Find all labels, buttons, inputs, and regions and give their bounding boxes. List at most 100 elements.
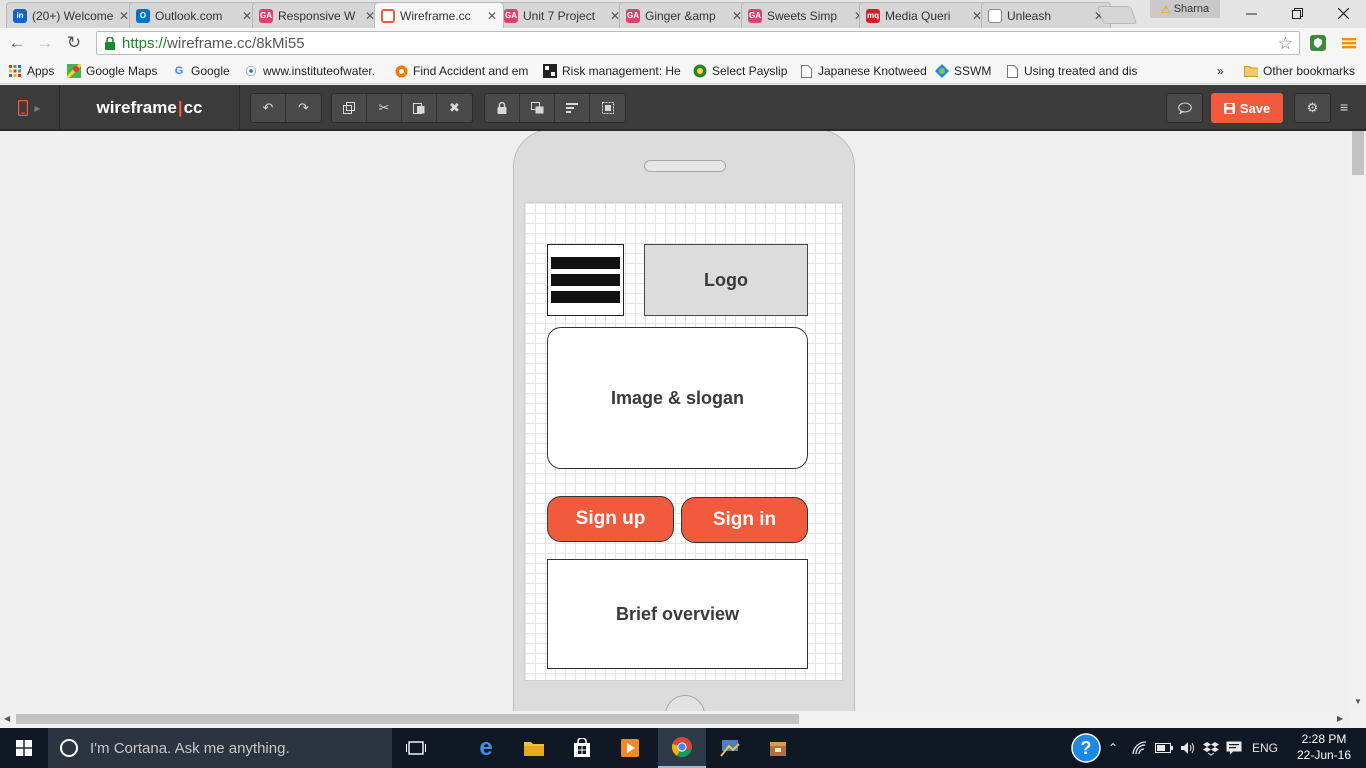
edge-browser-button[interactable]: e <box>462 728 510 768</box>
paste-button[interactable] <box>402 94 437 122</box>
browser-tab[interactable]: in (20+) Welcome ✕ <box>6 2 136 28</box>
settings-button[interactable]: ⚙ <box>1295 94 1330 122</box>
delete-button[interactable]: ✖ <box>437 94 472 122</box>
wireframe-signin-button[interactable]: Sign in <box>681 497 808 543</box>
scroll-left-arrow-icon[interactable]: ◀ <box>4 714 10 723</box>
horizontal-scroll-thumb[interactable] <box>16 714 799 724</box>
comment-button[interactable] <box>1167 94 1202 122</box>
bookmark-apps[interactable]: Apps <box>8 62 54 80</box>
bookmark-star-icon[interactable]: ☆ <box>1278 34 1293 54</box>
input-language-button[interactable]: ENG <box>1252 728 1278 768</box>
bookmark-using-treated[interactable]: Using treated and dis <box>1005 62 1140 80</box>
file-explorer-button[interactable] <box>510 728 558 768</box>
bookmarks-bar: Apps Google Maps G Google ⦿ www.institut… <box>0 58 1366 84</box>
browser-tab[interactable]: GA Unit 7 Project ✕ <box>497 2 627 28</box>
close-window-button[interactable] <box>1320 0 1366 26</box>
redo-button[interactable]: ↷ <box>286 94 321 122</box>
battery-button[interactable] <box>1155 728 1173 768</box>
bookmark-risk-management[interactable]: Risk management: He <box>543 62 681 80</box>
duplicate-button[interactable] <box>332 94 367 122</box>
show-hidden-icons-button[interactable]: ⌃ <box>1108 728 1118 768</box>
vertical-scrollbar[interactable]: ▼ <box>1350 131 1366 711</box>
help-button[interactable]: ? <box>1071 728 1101 768</box>
more-bookmarks-button[interactable]: » <box>1217 62 1224 80</box>
new-tab-button[interactable] <box>1096 6 1138 24</box>
wireframe-overview-box[interactable]: Brief overview <box>547 559 808 669</box>
payslip-icon <box>693 64 707 78</box>
tab-close-icon[interactable]: ✕ <box>119 9 129 23</box>
start-button[interactable] <box>0 728 48 768</box>
task-view-button[interactable] <box>392 728 440 768</box>
group-button[interactable] <box>590 94 625 122</box>
vertical-scroll-thumb[interactable] <box>1352 131 1364 175</box>
logo-text-left: wireframe <box>96 98 177 117</box>
cut-button[interactable]: ✂ <box>367 94 402 122</box>
media-player-button[interactable] <box>606 728 654 768</box>
remote-desktop-button[interactable] <box>706 728 754 768</box>
browser-tab[interactable]: GA Responsive W ✕ <box>252 2 382 28</box>
floppy-disk-icon <box>1223 102 1235 114</box>
bring-to-front-button[interactable] <box>520 94 555 122</box>
app-launcher-button[interactable] <box>754 728 802 768</box>
back-button[interactable]: ← <box>6 32 28 54</box>
chrome-button[interactable] <box>658 728 706 768</box>
undo-button[interactable]: ↶ <box>251 94 286 122</box>
wireframe-signup-button[interactable]: Sign up <box>547 496 674 542</box>
browser-tab[interactable]: mq Media Queri ✕ <box>859 2 989 28</box>
minimize-button[interactable] <box>1228 0 1274 26</box>
wireframe-hamburger-menu[interactable] <box>547 244 624 316</box>
forward-button[interactable]: → <box>34 32 56 54</box>
lock-button[interactable] <box>485 94 520 122</box>
phone-screen-grid[interactable]: Logo Image & slogan Sign up Sign in Brie… <box>524 202 843 681</box>
extension-shield-button[interactable] <box>1308 32 1328 54</box>
address-bar[interactable]: https://wireframe.cc/8kMi55 ☆ <box>96 31 1300 55</box>
dropbox-button[interactable] <box>1203 728 1219 768</box>
wireframe-app-toolbar: ▶ wireframe | cc ↶ ↷ ✂ ✖ Save ⚙ ≡ <box>0 85 1366 131</box>
tab-close-icon[interactable]: ✕ <box>487 9 497 23</box>
volume-button[interactable] <box>1180 728 1196 768</box>
wireframe-logo-box[interactable]: Logo <box>644 244 808 316</box>
bookmark-google[interactable]: G Google <box>172 62 230 80</box>
close-icon <box>1337 7 1349 19</box>
browser-tab[interactable]: Wireframe.cc ✕ <box>374 2 504 28</box>
bookmark-sswm[interactable]: SSWM <box>935 62 991 80</box>
page-icon <box>988 8 1002 23</box>
browser-tab[interactable]: GASweets Simp✕ <box>741 2 871 28</box>
device-selector[interactable]: ▶ <box>0 85 60 131</box>
save-button[interactable]: Save <box>1211 93 1283 123</box>
redo-icon: ↷ <box>298 100 309 115</box>
action-center-button[interactable] <box>1226 728 1242 768</box>
bookmark-label: Google <box>191 64 230 78</box>
chevron-up-icon: ⌃ <box>1108 741 1119 755</box>
system-clock[interactable]: 2:28 PM 22-Jun-16 <box>1288 731 1360 763</box>
browser-tab[interactable]: O Outlook.com ✕ <box>129 2 259 28</box>
horizontal-scrollbar[interactable]: ◀ ▶ <box>0 711 1350 727</box>
app-menu-button[interactable]: ≡ <box>1340 99 1348 115</box>
bookmark-institute[interactable]: ⦿ www.instituteofwater. <box>244 62 384 80</box>
bookmark-google-maps[interactable]: Google Maps <box>67 62 157 80</box>
align-button[interactable] <box>555 94 590 122</box>
store-button[interactable] <box>558 728 606 768</box>
scissors-icon: ✂ <box>378 100 390 115</box>
lock-icon <box>497 102 507 114</box>
browser-tab[interactable]: GA Ginger &amp ✕ <box>619 2 749 28</box>
tab-close-icon[interactable]: ✕ <box>242 9 252 23</box>
reload-button[interactable]: ↻ <box>63 32 85 54</box>
scroll-right-arrow-icon[interactable]: ▶ <box>1337 714 1343 723</box>
bookmark-japanese-knotweed[interactable]: Japanese Knotweed <box>799 62 927 80</box>
bookmark-payslip[interactable]: Select Payslip <box>693 62 787 80</box>
wireframe-hero-box[interactable]: Image & slogan <box>547 327 808 469</box>
scroll-down-arrow-icon[interactable]: ▼ <box>1354 697 1362 706</box>
wireframe-logo[interactable]: wireframe | cc <box>60 85 240 131</box>
other-bookmarks-folder[interactable]: Other bookmarks <box>1244 62 1355 80</box>
profile-badge[interactable]: ⚠ Sharna <box>1150 0 1220 18</box>
bookmark-accident[interactable]: Find Accident and em <box>394 62 530 80</box>
clock-time: 2:28 PM <box>1301 732 1347 746</box>
chrome-menu-button[interactable] <box>1338 32 1360 54</box>
network-button[interactable] <box>1132 728 1148 768</box>
browser-tab[interactable]: Unleash ✕ <box>981 2 1111 28</box>
url-scheme: https:// <box>122 34 168 52</box>
design-canvas[interactable]: Logo Image & slogan Sign up Sign in Brie… <box>0 131 1350 711</box>
cortana-search-box[interactable]: I'm Cortana. Ask me anything. <box>48 728 392 768</box>
restore-button[interactable] <box>1274 0 1320 26</box>
